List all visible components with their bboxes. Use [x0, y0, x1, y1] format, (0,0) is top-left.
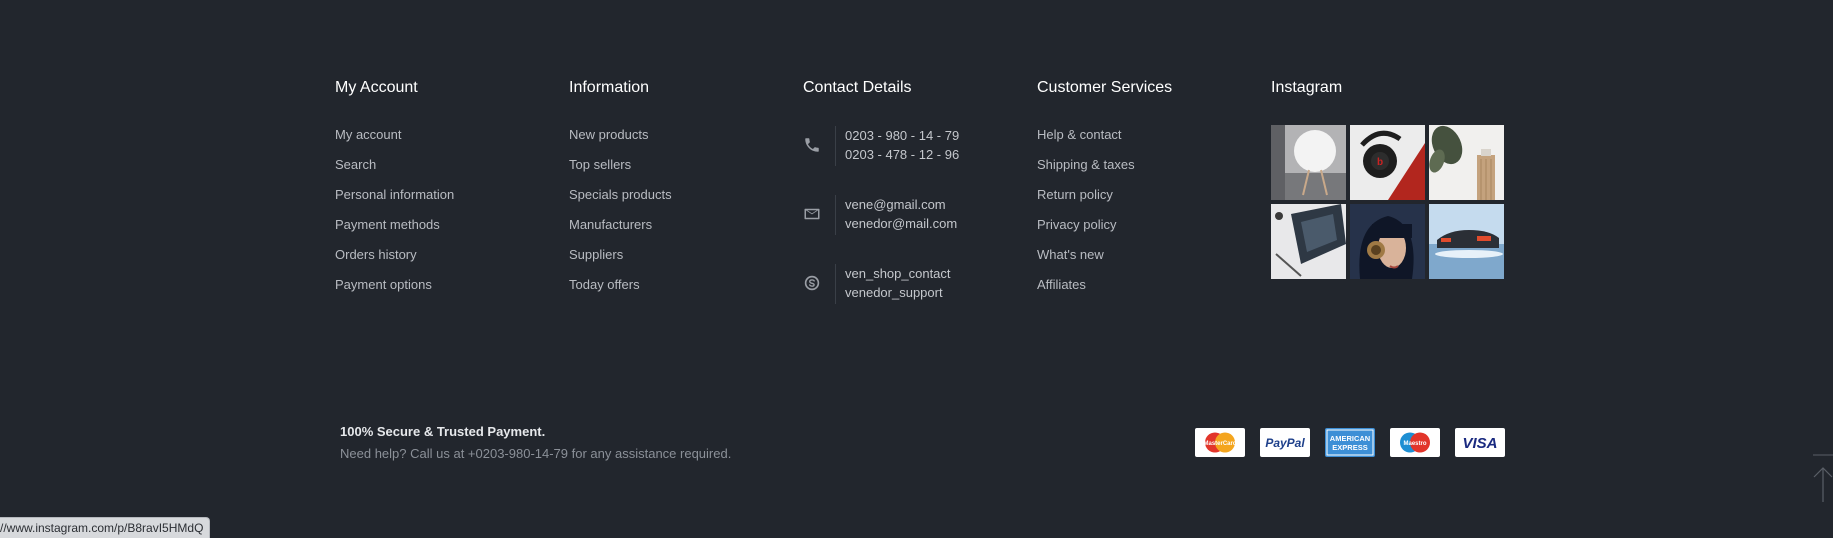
paypal-logo: PayPal	[1260, 428, 1310, 457]
link-today-offers[interactable]: Today offers	[569, 277, 640, 293]
link-orders-history[interactable]: Orders history	[335, 247, 417, 263]
link-help-contact[interactable]: Help & contact	[1037, 127, 1122, 143]
instagram-photo-headphones-red[interactable]: b	[1350, 125, 1425, 200]
contact-divider	[835, 126, 836, 166]
instagram-photo-speaker[interactable]	[1271, 125, 1346, 200]
secure-payment-title: 100% Secure & Trusted Payment.	[340, 424, 546, 439]
envelope-icon	[803, 205, 823, 225]
maestro-text: Maestro	[1403, 441, 1426, 447]
contact-divider	[835, 264, 836, 304]
link-whats-new[interactable]: What's new	[1037, 247, 1104, 263]
my-account-column: My Account My account Search Personal in…	[335, 78, 454, 292]
phone-numbers: 0203 - 980 - 14 - 79 0203 - 478 - 12 - 9…	[845, 126, 959, 164]
link-my-account[interactable]: My account	[335, 127, 401, 143]
email-addresses: vene@gmail.com venedor@mail.com	[845, 195, 957, 233]
skype-secondary[interactable]: venedor_support	[845, 283, 951, 302]
my-account-title: My Account	[335, 79, 418, 96]
maestro-logo: Maestro	[1390, 428, 1440, 457]
instagram-photo-woman-headphones[interactable]	[1350, 204, 1425, 279]
mastercard-logo: MasterCard	[1195, 428, 1245, 457]
skype-primary[interactable]: ven_shop_contact	[845, 264, 951, 283]
link-personal-information[interactable]: Personal information	[335, 187, 454, 203]
amex-logo: AMERICAN EXPRESS	[1325, 428, 1375, 457]
information-column: Information New products Top sellers Spe…	[569, 78, 672, 292]
footer-columns: My Account My account Search Personal in…	[335, 0, 1505, 340]
phone-icon	[803, 136, 823, 156]
phone-secondary: 0203 - 478 - 12 - 96	[845, 147, 960, 162]
link-new-products[interactable]: New products	[569, 127, 648, 143]
browser-status-bar: //www.instagram.com/p/B8ravI5HMdQ	[0, 517, 211, 538]
arrow-up-icon	[1813, 454, 1833, 502]
instagram-photo-tablet[interactable]	[1271, 204, 1346, 279]
link-top-sellers[interactable]: Top sellers	[569, 157, 631, 173]
link-specials-products[interactable]: Specials products	[569, 187, 672, 203]
back-to-top-button[interactable]	[1811, 452, 1833, 502]
amex-text-line2: EXPRESS	[1332, 443, 1367, 452]
contact-title: Contact Details	[803, 79, 912, 96]
link-search[interactable]: Search	[335, 157, 376, 173]
link-return-policy[interactable]: Return policy	[1037, 187, 1113, 203]
skype-icon	[803, 274, 823, 294]
link-suppliers[interactable]: Suppliers	[569, 247, 623, 263]
visa-logo: VISA	[1455, 428, 1505, 457]
instagram-photo-plant[interactable]	[1429, 125, 1504, 200]
link-payment-methods[interactable]: Payment methods	[335, 217, 440, 233]
payment-methods: MasterCard PayPal AMERICAN EXPRESS Maest…	[1195, 428, 1505, 457]
information-title: Information	[569, 79, 650, 96]
visa-text: VISA	[1462, 435, 1497, 452]
contact-divider	[835, 195, 836, 235]
link-privacy-policy[interactable]: Privacy policy	[1037, 217, 1116, 233]
svg-text:b: b	[1377, 157, 1383, 168]
customer-services-column: Customer Services Help & contact Shippin…	[1037, 78, 1173, 292]
email-secondary[interactable]: venedor@mail.com	[845, 214, 957, 233]
contact-column: Contact Details 0203 - 980 - 14 - 79 020…	[803, 78, 959, 304]
instagram-photo-car[interactable]	[1429, 204, 1504, 279]
amex-text-line1: AMERICAN	[1330, 434, 1370, 443]
link-shipping-taxes[interactable]: Shipping & taxes	[1037, 157, 1135, 173]
link-affiliates[interactable]: Affiliates	[1037, 277, 1086, 293]
paypal-text: PayPal	[1265, 436, 1305, 450]
phone-primary: 0203 - 980 - 14 - 79	[845, 128, 960, 143]
mastercard-text: MasterCard	[1203, 441, 1236, 447]
email-primary[interactable]: vene@gmail.com	[845, 195, 957, 214]
link-manufacturers[interactable]: Manufacturers	[569, 217, 652, 233]
skype-accounts: ven_shop_contact venedor_support	[845, 264, 951, 302]
link-payment-options[interactable]: Payment options	[335, 277, 432, 293]
secure-payment-help: Need help? Call us at +0203-980-14-79 fo…	[340, 446, 732, 461]
instagram-title: Instagram	[1271, 79, 1343, 96]
customer-services-title: Customer Services	[1037, 79, 1173, 96]
instagram-column: Instagram b	[1271, 78, 1504, 279]
